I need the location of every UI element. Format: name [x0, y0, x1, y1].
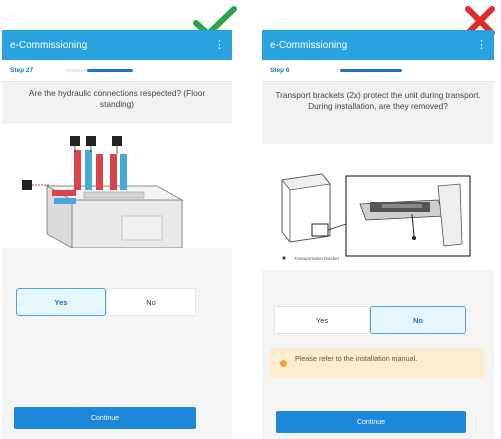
no-button[interactable]: No: [106, 288, 196, 316]
question-text: Transport brackets (2x) protect the unit…: [262, 82, 494, 144]
step-bar: Step 27: [2, 60, 232, 82]
app-bar: e-Commissioning ⋮: [262, 30, 494, 60]
step-progress: [340, 69, 408, 72]
question-text: Are the hydraulic connections respected?…: [2, 82, 232, 124]
comparison-stage: e-Commissioning ⋮ Step 27 Are the hydrau…: [0, 0, 501, 439]
hydraulic-connections-illustration: [2, 124, 232, 249]
more-menu-icon[interactable]: ⋮: [214, 40, 225, 51]
no-button[interactable]: No: [370, 306, 466, 334]
step-label: Step 6: [270, 67, 290, 74]
answer-choices: Yes No: [274, 306, 466, 334]
continue-button[interactable]: Continue: [276, 411, 466, 433]
figure-caption: Transportation bracket: [294, 256, 340, 261]
answer-choices: Yes No: [16, 288, 196, 316]
transport-bracket-illustration: Transportation bracket: [262, 144, 494, 270]
app-title: e-Commissioning: [270, 39, 348, 51]
right-phone-screen: e-Commissioning ⋮ Step 6 Transport brack…: [262, 30, 494, 439]
info-message-box: Please refer to the installation manual.: [270, 348, 484, 378]
yes-button[interactable]: Yes: [16, 288, 106, 316]
app-bar: e-Commissioning ⋮: [2, 30, 232, 60]
app-title: e-Commissioning: [10, 39, 88, 51]
info-message: Please refer to the installation manual.: [295, 354, 418, 363]
left-phone-screen: e-Commissioning ⋮ Step 27 Are the hydrau…: [2, 30, 232, 439]
continue-button[interactable]: Continue: [14, 407, 196, 429]
yes-button[interactable]: Yes: [274, 306, 370, 334]
step-bar: Step 6: [262, 60, 494, 82]
step-progress: [65, 69, 133, 72]
warning-icon: [280, 360, 287, 367]
more-menu-icon[interactable]: ⋮: [476, 40, 487, 51]
step-label: Step 27: [10, 67, 34, 74]
